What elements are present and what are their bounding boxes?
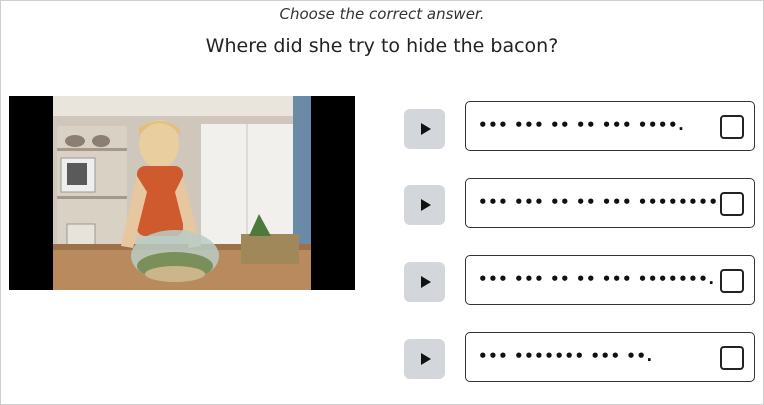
- play-button-1[interactable]: [404, 109, 445, 149]
- answer-option-3[interactable]: ••• ••• •• •• ••• •••••••.: [465, 255, 755, 305]
- video-player[interactable]: [9, 96, 355, 290]
- answer-text-4: ••• ••••••• ••• ••.: [478, 347, 653, 365]
- video-frame: [9, 96, 355, 290]
- instruction-text: Choose the correct answer.: [279, 5, 485, 23]
- play-icon: [420, 276, 431, 288]
- answer-text-2: ••• ••• •• •• ••• ••••••••.: [478, 193, 725, 211]
- answer-option-4[interactable]: ••• ••••••• ••• ••.: [465, 332, 755, 382]
- play-button-3[interactable]: [404, 262, 445, 302]
- answer-text-3: ••• ••• •• •• ••• •••••••.: [478, 270, 715, 288]
- answer-option-2[interactable]: ••• ••• •• •• ••• ••••••••.: [465, 178, 755, 228]
- play-icon: [420, 353, 431, 365]
- checkbox-icon[interactable]: [720, 346, 744, 370]
- quiz-panel: Choose the correct answer. Where did she…: [0, 0, 764, 405]
- checkbox-icon[interactable]: [720, 115, 744, 139]
- answer-text-1: ••• ••• •• •• ••• ••••.: [478, 116, 685, 134]
- checkbox-icon[interactable]: [720, 269, 744, 293]
- question-text: Where did she try to hide the bacon?: [205, 35, 559, 57]
- play-icon: [420, 123, 431, 135]
- play-button-2[interactable]: [404, 185, 445, 225]
- play-button-4[interactable]: [404, 339, 445, 379]
- checkbox-icon[interactable]: [720, 192, 744, 216]
- answer-option-1[interactable]: ••• ••• •• •• ••• ••••.: [465, 101, 755, 151]
- play-icon: [420, 199, 431, 211]
